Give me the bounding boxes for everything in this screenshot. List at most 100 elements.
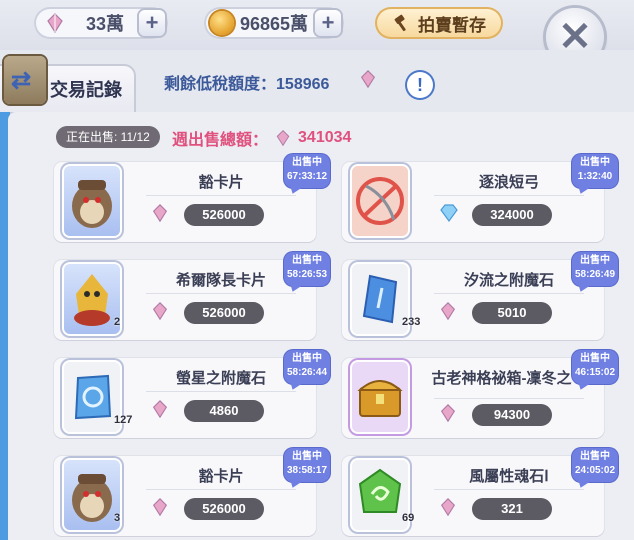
listing-card[interactable]: 古老神格祕箱-凜冬之弓 94300 (342, 358, 604, 438)
status-label: 出售中 (580, 255, 610, 266)
feather-gem-icon (152, 498, 168, 517)
divider (146, 195, 296, 196)
time-remaining: 67:33:12 (286, 171, 328, 182)
item-name: 逐浪短弓 (478, 174, 539, 191)
water-enchant-stone-icon (362, 274, 398, 324)
time-remaining: 1:32:40 (577, 171, 613, 182)
feather-gem-icon (440, 498, 456, 517)
item-quantity: 233 (402, 316, 421, 328)
auction-storage-label: 拍賣暫存 (418, 15, 486, 35)
time-remaining: 46:15:02 (574, 367, 616, 378)
weekly-sales-value: 341034 (298, 129, 352, 146)
item-price: 324000 (472, 204, 552, 226)
item-name: 螢星之附魔石 (175, 370, 266, 387)
add-gems-button[interactable]: + (139, 10, 165, 36)
selling-status-badge: 出售中 38:58:17 (284, 448, 330, 482)
add-coins-button[interactable]: + (315, 10, 341, 36)
divider (434, 195, 584, 196)
feather-gem-icon (440, 302, 456, 321)
item-quantity: 69 (402, 512, 415, 524)
monster-card-thumb (64, 264, 120, 334)
monster-card-thumb (64, 460, 120, 530)
listing-card[interactable]: 233 汐流之附魔石 5010 (342, 260, 604, 340)
item-quantity: 127 (114, 414, 133, 426)
listing-card[interactable]: 逐浪短弓 324000 (342, 162, 604, 242)
item-name: 汐流之附魔石 (463, 272, 554, 289)
item-name: 希爾隊長卡片 (175, 272, 266, 289)
info-button[interactable]: ! (407, 72, 433, 98)
selling-status-badge: 出售中 67:33:12 (284, 154, 330, 188)
listing-card[interactable]: 2 希爾隊長卡片 526000 (54, 260, 316, 340)
listing-card[interactable]: 127 螢星之附魔石 4860 (54, 358, 316, 438)
captain-monster-icon (74, 274, 110, 326)
weekly-sales-label: 週出售總額： (172, 132, 269, 149)
soul-stone-thumb (352, 460, 408, 530)
listing-card[interactable]: 豁卡片 526000 (54, 162, 316, 242)
selling-status-badge: 出售中 58:26:44 (284, 350, 330, 384)
enchant-stone-thumb (64, 362, 120, 432)
feather-gem-icon (152, 204, 168, 223)
divider (434, 489, 584, 490)
selling-status-badge: 出售中 58:26:53 (284, 252, 330, 286)
feather-gem-icon (152, 400, 168, 419)
item-price: 526000 (184, 302, 264, 324)
item-price: 5010 (472, 302, 552, 324)
selling-status-badge: 出售中 58:26:49 (572, 252, 618, 286)
tax-allowance-value: 158966 (276, 76, 330, 93)
feather-gem-icon (152, 302, 168, 321)
star-enchant-stone-icon (74, 374, 112, 420)
time-remaining: 24:05:02 (574, 465, 616, 476)
hyena-monster-icon (72, 474, 112, 522)
item-name: 古老神格祕箱-凜冬之弓 (431, 370, 587, 387)
item-quantity: 2 (114, 316, 121, 328)
item-name: 豁卡片 (198, 174, 244, 191)
time-remaining: 58:26:49 (574, 269, 616, 280)
wind-soul-stone-icon (358, 468, 402, 513)
item-name: 豁卡片 (198, 468, 244, 485)
item-price: 321 (472, 498, 552, 520)
gem-balance-value: 33萬 (86, 14, 125, 34)
time-remaining: 38:58:17 (286, 465, 328, 476)
divider (146, 391, 296, 392)
selling-status-badge: 出售中 24:05:02 (572, 448, 618, 482)
treasure-chest-icon (357, 380, 403, 417)
tax-allowance: 剩餘低稅額度：158966 (164, 70, 329, 94)
tax-allowance-label: 剩餘低稅額度： (164, 76, 277, 93)
hammer-icon (394, 14, 406, 32)
gem-balance: 33萬 + (34, 7, 168, 39)
trade-book-icon (4, 56, 46, 104)
enchant-stone-thumb (352, 264, 408, 334)
listing-card[interactable]: 69 風屬性魂石Ⅰ 321 (342, 456, 604, 536)
chest-thumb (352, 362, 408, 432)
coin-balance-value: 96865萬 (240, 14, 309, 34)
feather-gem-icon (440, 404, 456, 423)
item-name: 風屬性魂石Ⅰ (469, 468, 549, 485)
listing-card[interactable]: 3 豁卡片 526000 (54, 456, 316, 536)
status-label: 出售中 (580, 451, 610, 462)
divider (434, 398, 584, 399)
selling-count-badge: 正在出售: 11/12 (56, 126, 160, 148)
feather-gem-icon (360, 70, 376, 89)
status-label: 出售中 (580, 353, 610, 364)
monster-card-thumb (64, 166, 120, 236)
status-label: 出售中 (292, 451, 322, 462)
coin-icon (210, 11, 234, 35)
status-label: 出售中 (292, 255, 322, 266)
divider (146, 489, 296, 490)
divider (146, 293, 296, 294)
status-label: 出售中 (292, 157, 322, 168)
item-price: 94300 (472, 404, 552, 426)
bow-icon (356, 177, 404, 225)
feather-gem-icon (47, 13, 63, 34)
weekly-sales-total: 週出售總額： 341034 (172, 126, 351, 150)
status-label: 出售中 (292, 353, 322, 364)
time-remaining: 58:26:53 (286, 269, 328, 280)
time-remaining: 58:26:44 (286, 367, 328, 378)
diamond-icon (440, 204, 458, 223)
divider (434, 293, 584, 294)
item-price: 4860 (184, 400, 264, 422)
auction-storage-button[interactable]: 拍賣暫存 (375, 7, 503, 39)
status-label: 出售中 (580, 157, 610, 168)
selling-status-badge: 出售中 1:32:40 (572, 154, 618, 188)
selling-status-badge: 出售中 46:15:02 (572, 350, 618, 384)
